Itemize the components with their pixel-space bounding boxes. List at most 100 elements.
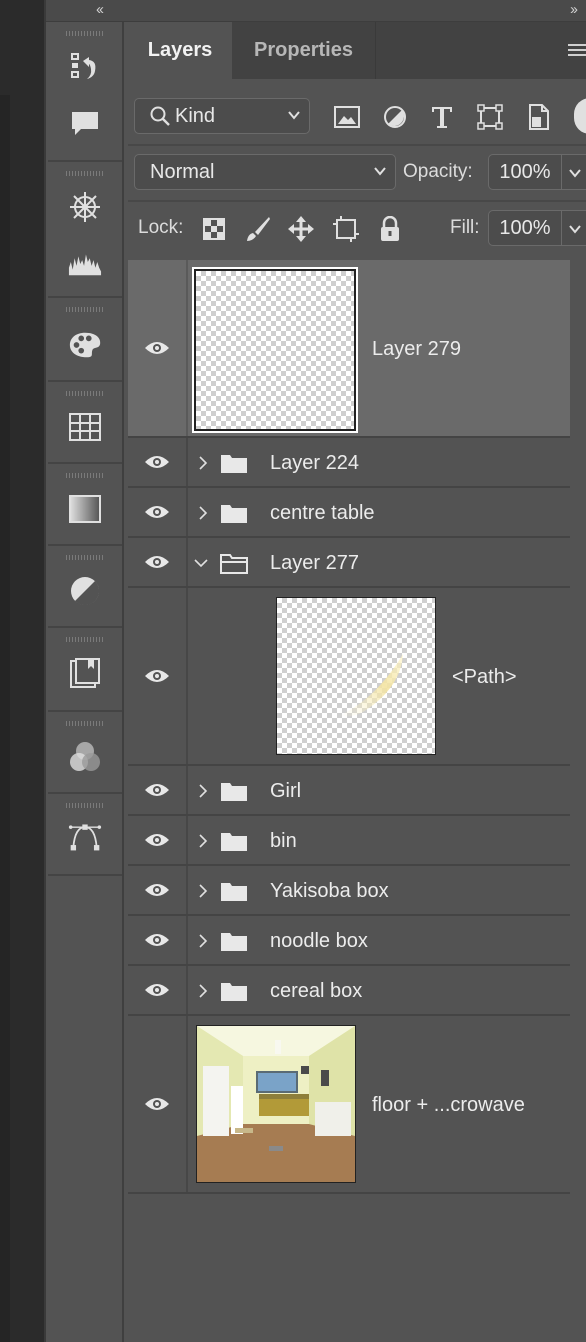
layers-panel: Layers Properties Kind Normal Opacity: 1… (128, 22, 586, 1342)
icon-group-adjustments (48, 546, 122, 628)
histogram-icon[interactable] (68, 246, 102, 280)
visibility-toggle[interactable] (128, 966, 188, 1014)
grip-handle[interactable] (66, 555, 104, 560)
chevron-right-icon[interactable] (196, 984, 210, 998)
search-icon (150, 106, 170, 126)
lock-all-icon[interactable] (375, 214, 405, 244)
filter-adjustment-icon[interactable] (378, 100, 412, 134)
folder-icon (221, 933, 247, 951)
layer-name[interactable]: Layer 224 (270, 452, 359, 475)
lock-image-pixels-icon[interactable] (243, 214, 273, 244)
layer-name[interactable]: noodle box (270, 930, 368, 953)
filter-smart-object-icon[interactable] (522, 100, 556, 134)
layer-name[interactable]: floor + ...crowave (372, 1094, 525, 1117)
grip-handle[interactable] (66, 31, 104, 36)
visibility-toggle[interactable] (128, 538, 188, 586)
visibility-toggle[interactable] (128, 766, 188, 814)
layer-row[interactable]: Layer 279 (128, 260, 570, 438)
fill-input[interactable]: 100% (488, 210, 562, 246)
grip-handle[interactable] (66, 473, 104, 478)
comments-icon[interactable] (68, 106, 102, 140)
eye-icon (145, 934, 169, 946)
grip-handle[interactable] (66, 307, 104, 312)
layer-row[interactable]: Layer 224 (128, 438, 570, 488)
layer-name[interactable]: centre table (270, 502, 375, 525)
layer-row[interactable]: centre table (128, 488, 570, 538)
chevron-right-icon[interactable] (196, 506, 210, 520)
grip-handle[interactable] (66, 171, 104, 176)
chevron-right-icon[interactable] (196, 834, 210, 848)
grip-handle[interactable] (66, 637, 104, 642)
grip-handle[interactable] (66, 721, 104, 726)
grip-handle[interactable] (66, 803, 104, 808)
opacity-input[interactable]: 100% (488, 154, 562, 190)
gradient-icon[interactable] (68, 492, 102, 526)
filter-type-icon[interactable] (425, 100, 459, 134)
paths-icon[interactable] (68, 820, 102, 854)
folder-icon (221, 983, 247, 1001)
lock-artboard-icon[interactable] (331, 214, 361, 244)
divider (44, 0, 46, 1342)
scrollbar-track[interactable] (570, 260, 586, 1342)
blend-mode-select[interactable]: Normal (134, 154, 396, 190)
icon-group-history (48, 22, 122, 162)
collapse-right-icon[interactable]: ›› (570, 1, 578, 18)
grip-handle[interactable] (66, 391, 104, 396)
layer-row[interactable]: <Path> (128, 588, 570, 766)
visibility-toggle[interactable] (128, 260, 188, 436)
layer-name[interactable]: Layer 279 (372, 338, 461, 361)
visibility-toggle[interactable] (128, 488, 188, 536)
visibility-toggle[interactable] (128, 866, 188, 914)
lock-position-icon[interactable] (286, 214, 316, 244)
filter-kind-select[interactable]: Kind (134, 98, 310, 134)
history-icon[interactable] (68, 50, 102, 84)
visibility-toggle[interactable] (128, 588, 188, 764)
layer-name[interactable]: bin (270, 830, 297, 853)
layer-row[interactable]: Yakisoba box (128, 866, 570, 916)
channels-icon[interactable] (68, 740, 102, 774)
chevron-right-icon[interactable] (196, 884, 210, 898)
visibility-toggle[interactable] (128, 916, 188, 964)
tab-properties[interactable]: Properties (232, 22, 376, 79)
lock-transparent-pixels-icon[interactable] (199, 214, 229, 244)
fill-dropdown[interactable] (562, 210, 586, 246)
chevron-down-icon[interactable] (194, 556, 208, 570)
layer-thumbnail[interactable] (276, 597, 436, 755)
eye-icon (145, 456, 169, 468)
layer-thumbnail[interactable] (196, 1025, 356, 1183)
layer-row[interactable]: floor + ...crowave (128, 1016, 570, 1194)
filter-shape-icon[interactable] (473, 100, 507, 134)
layer-row[interactable]: noodle box (128, 916, 570, 966)
filter-pixel-icon[interactable] (330, 100, 364, 134)
tab-layers[interactable]: Layers (128, 22, 232, 79)
adjustments-icon[interactable] (68, 574, 102, 608)
table-icon[interactable] (68, 410, 102, 444)
layer-row[interactable]: Layer 277 (128, 538, 570, 588)
palette-icon[interactable] (68, 328, 102, 362)
chevron-right-icon[interactable] (196, 456, 210, 470)
visibility-toggle[interactable] (128, 438, 188, 486)
icon-group-table (48, 382, 122, 464)
opacity-dropdown[interactable] (562, 154, 586, 190)
collapse-left-icon[interactable]: ‹‹ (96, 1, 104, 18)
visibility-toggle[interactable] (128, 1016, 188, 1192)
layer-name[interactable]: Yakisoba box (270, 880, 389, 903)
layer-name[interactable]: <Path> (452, 666, 517, 689)
libraries-icon[interactable] (68, 656, 102, 690)
layer-name[interactable]: Girl (270, 780, 301, 803)
icon-group-navigator (48, 162, 122, 298)
layer-row[interactable]: Girl (128, 766, 570, 816)
chevron-right-icon[interactable] (196, 784, 210, 798)
layer-thumbnail[interactable] (192, 267, 358, 433)
visibility-toggle[interactable] (128, 816, 188, 864)
layer-row[interactable]: cereal box (128, 966, 570, 1016)
layer-row[interactable]: bin (128, 816, 570, 866)
layer-name[interactable]: cereal box (270, 980, 362, 1003)
panel-menu-icon[interactable] (566, 40, 586, 60)
chevron-right-icon[interactable] (196, 934, 210, 948)
layers-empty-area (128, 1196, 570, 1342)
layer-name[interactable]: Layer 277 (270, 552, 359, 575)
blend-mode-value: Normal (150, 160, 215, 183)
filter-toggle-switch[interactable] (574, 98, 586, 134)
navigator-icon[interactable] (68, 190, 102, 224)
